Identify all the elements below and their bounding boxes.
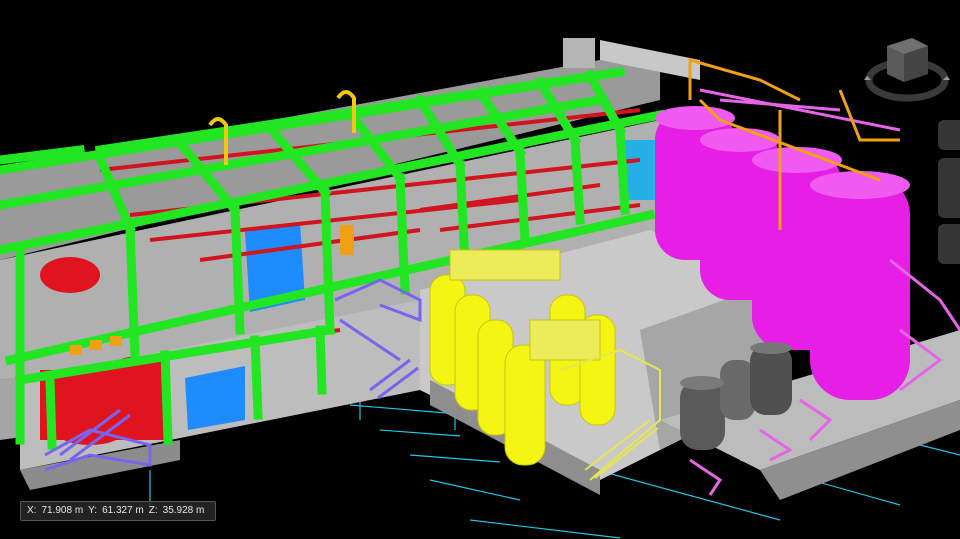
x-label: X: <box>27 505 37 516</box>
view-cube[interactable] <box>862 28 952 108</box>
navigation-tool-icon[interactable] <box>938 120 960 150</box>
coordinate-readout: X: 71.908 m Y: 61.327 m Z: 35.928 m <box>20 501 217 521</box>
zoom-tool-icon[interactable] <box>938 158 960 218</box>
3d-viewport[interactable]: X: 71.908 m Y: 61.327 m Z: 35.928 m <box>0 0 960 539</box>
y-value: 61.327 m <box>102 505 144 516</box>
view-cube-icon[interactable] <box>862 28 952 108</box>
x-value: 71.908 m <box>41 505 84 516</box>
plant-3d-model[interactable] <box>0 0 960 539</box>
pan-tool-icon[interactable] <box>938 224 960 264</box>
z-label: Z: <box>148 505 158 516</box>
z-value: 35.928 m <box>162 505 205 516</box>
y-label: Y: <box>88 505 98 516</box>
